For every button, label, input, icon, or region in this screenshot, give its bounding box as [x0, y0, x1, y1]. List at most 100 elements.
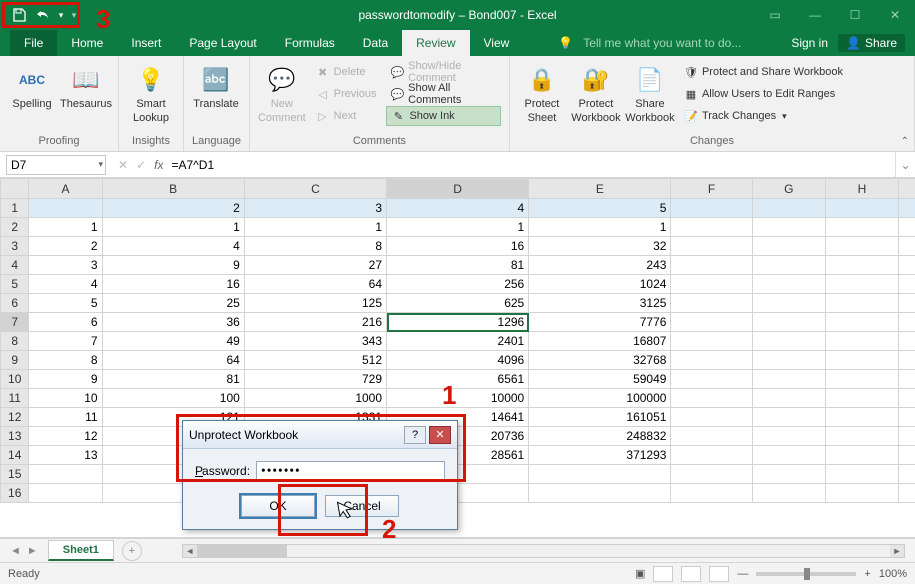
cell-B6[interactable]: 25 [102, 294, 244, 313]
protect-sheet-button[interactable]: 🔒 ProtectSheet [518, 60, 566, 124]
cell-G13[interactable] [752, 427, 825, 446]
cell-A16[interactable] [29, 484, 102, 503]
cell-B4[interactable]: 9 [102, 256, 244, 275]
delete-comment-button[interactable]: ✖Delete [312, 62, 381, 82]
cell-I10[interactable] [899, 370, 915, 389]
cell-F10[interactable] [671, 370, 752, 389]
chevron-down-icon[interactable]: ▾ [98, 159, 103, 170]
cell-F8[interactable] [671, 332, 752, 351]
normal-view-button[interactable] [653, 566, 673, 582]
scroll-left-icon[interactable]: ◄ [183, 545, 197, 557]
cell-I5[interactable] [899, 275, 915, 294]
share-button[interactable]: 👤Share [838, 34, 905, 52]
share-workbook-button[interactable]: 📄 ShareWorkbook [626, 60, 674, 124]
cell-C7[interactable]: 216 [244, 313, 386, 332]
tab-insert[interactable]: Insert [117, 30, 175, 56]
cell-G14[interactable] [752, 446, 825, 465]
cell-G16[interactable] [752, 484, 825, 503]
cell-E10[interactable]: 59049 [529, 370, 671, 389]
cell-D3[interactable]: 16 [387, 237, 529, 256]
row-header-5[interactable]: 5 [1, 275, 29, 294]
enter-formula-icon[interactable]: ✓ [136, 158, 146, 172]
tab-formulas[interactable]: Formulas [271, 30, 349, 56]
qat-customize-icon[interactable]: ▾ [68, 4, 80, 26]
select-all-cell[interactable] [1, 179, 29, 199]
cell-D7[interactable]: 1296 [387, 313, 529, 332]
save-icon[interactable] [8, 4, 30, 26]
track-changes-button[interactable]: 📝Track Changes▾ [680, 106, 847, 126]
row-header-4[interactable]: 4 [1, 256, 29, 275]
cell-D9[interactable]: 4096 [387, 351, 529, 370]
cell-E12[interactable]: 161051 [529, 408, 671, 427]
column-header-D[interactable]: D [387, 179, 529, 199]
cell-A3[interactable]: 2 [29, 237, 102, 256]
cell-G1[interactable] [752, 199, 825, 218]
column-header-C[interactable]: C [244, 179, 386, 199]
expand-formula-bar-icon[interactable]: ⌄ [895, 152, 915, 177]
row-header-1[interactable]: 1 [1, 199, 29, 218]
cell-C4[interactable]: 27 [244, 256, 386, 275]
add-sheet-button[interactable]: + [122, 541, 142, 561]
cell-B1[interactable]: 2 [102, 199, 244, 218]
cell-G5[interactable] [752, 275, 825, 294]
cell-E6[interactable]: 3125 [529, 294, 671, 313]
cell-I1[interactable] [899, 199, 915, 218]
cell-G7[interactable] [752, 313, 825, 332]
protect-workbook-button[interactable]: 🔐 ProtectWorkbook [572, 60, 620, 124]
cell-E5[interactable]: 1024 [529, 275, 671, 294]
cell-E7[interactable]: 7776 [529, 313, 671, 332]
undo-dropdown-icon[interactable]: ▾ [56, 4, 66, 26]
undo-icon[interactable] [32, 4, 54, 26]
cell-F15[interactable] [671, 465, 752, 484]
row-header-13[interactable]: 13 [1, 427, 29, 446]
cell-F11[interactable] [671, 389, 752, 408]
cell-C10[interactable]: 729 [244, 370, 386, 389]
cell-E15[interactable] [529, 465, 671, 484]
cell-D1[interactable]: 4 [387, 199, 529, 218]
row-header-10[interactable]: 10 [1, 370, 29, 389]
sheet-tab-sheet1[interactable]: Sheet1 [48, 540, 114, 561]
cell-H3[interactable] [825, 237, 898, 256]
cell-A10[interactable]: 9 [29, 370, 102, 389]
column-header-E[interactable]: E [529, 179, 671, 199]
cell-F7[interactable] [671, 313, 752, 332]
cell-E13[interactable]: 248832 [529, 427, 671, 446]
show-ink-button[interactable]: ✎Show Ink [386, 106, 501, 126]
cell-A12[interactable]: 11 [29, 408, 102, 427]
cell-H14[interactable] [825, 446, 898, 465]
row-header-12[interactable]: 12 [1, 408, 29, 427]
cell-E8[interactable]: 16807 [529, 332, 671, 351]
cell-A4[interactable]: 3 [29, 256, 102, 275]
cell-I4[interactable] [899, 256, 915, 275]
tell-me-search[interactable]: Tell me what you want to do... [583, 36, 741, 50]
cell-D5[interactable]: 256 [387, 275, 529, 294]
scroll-thumb[interactable] [197, 545, 287, 557]
spelling-button[interactable]: ABC Spelling [8, 60, 56, 110]
cell-E2[interactable]: 1 [529, 218, 671, 237]
cell-D11[interactable]: 10000 [387, 389, 529, 408]
cell-A9[interactable]: 8 [29, 351, 102, 370]
cell-D10[interactable]: 6561 [387, 370, 529, 389]
row-header-6[interactable]: 6 [1, 294, 29, 313]
scroll-right-icon[interactable]: ► [890, 545, 904, 557]
cell-G10[interactable] [752, 370, 825, 389]
cell-C5[interactable]: 64 [244, 275, 386, 294]
cell-D6[interactable]: 625 [387, 294, 529, 313]
page-layout-view-button[interactable] [681, 566, 701, 582]
cell-F4[interactable] [671, 256, 752, 275]
cell-H5[interactable] [825, 275, 898, 294]
cell-I15[interactable] [899, 465, 915, 484]
cell-C6[interactable]: 125 [244, 294, 386, 313]
cell-E4[interactable]: 243 [529, 256, 671, 275]
cell-F6[interactable] [671, 294, 752, 313]
new-comment-button[interactable]: 💬 New Comment [258, 60, 306, 124]
show-hide-comment-button[interactable]: 💬Show/Hide Comment [386, 62, 501, 82]
dialog-close-button[interactable]: ✕ [429, 426, 451, 444]
cell-B7[interactable]: 36 [102, 313, 244, 332]
cell-D2[interactable]: 1 [387, 218, 529, 237]
cell-F5[interactable] [671, 275, 752, 294]
cell-B3[interactable]: 4 [102, 237, 244, 256]
row-header-9[interactable]: 9 [1, 351, 29, 370]
ok-button[interactable]: OK [241, 495, 315, 517]
cell-I8[interactable] [899, 332, 915, 351]
